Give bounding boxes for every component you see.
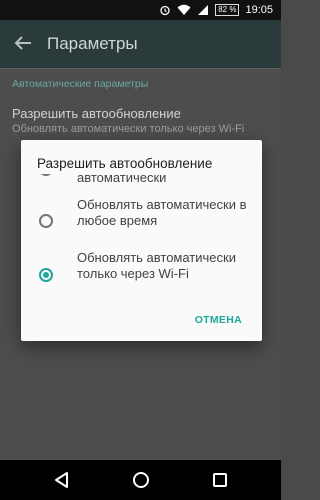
back-arrow-icon[interactable]: [12, 32, 34, 54]
option-label: Обновлять автоматически в любое время: [77, 197, 247, 228]
back-triangle-icon[interactable]: [52, 470, 72, 490]
auto-update-dialog: Разрешить автообновление автоматически О…: [21, 140, 262, 341]
option-label: Обновлять автоматически только через Wi-…: [77, 250, 236, 281]
status-icons: 82 % 19:05: [159, 3, 273, 17]
signal-icon: [198, 5, 209, 15]
clock-time: 19:05: [245, 4, 273, 16]
navigation-bar: [0, 460, 281, 500]
options-list[interactable]: автоматически Обновлять автоматически в …: [21, 174, 262, 294]
option-auto[interactable]: автоматически: [21, 174, 262, 190]
option-wifi-only[interactable]: Обновлять автоматически только через Wi-…: [21, 248, 262, 294]
alarm-icon: [160, 5, 170, 16]
page-title: Параметры: [47, 34, 138, 53]
app-toolbar: Параметры: [0, 20, 281, 68]
radio-button[interactable]: [39, 174, 53, 176]
divider: [0, 68, 281, 69]
option-label: автоматически: [77, 174, 167, 185]
cancel-button[interactable]: ОТМЕНА: [195, 314, 242, 326]
status-bar: 82 % 19:05: [0, 0, 281, 20]
section-header: Автоматические параметры: [12, 78, 149, 90]
dialog-title: Разрешить автообновление: [37, 156, 213, 171]
auto-update-pref-title[interactable]: Разрешить автообновление: [12, 106, 181, 121]
radio-button[interactable]: [39, 214, 53, 228]
wifi-icon: [177, 4, 191, 15]
home-circle-icon[interactable]: [131, 470, 151, 490]
battery-level: 82 %: [215, 4, 240, 16]
auto-update-pref-summary: Обновлять автоматически только через Wi-…: [12, 123, 245, 135]
recents-square-icon[interactable]: [210, 470, 230, 490]
option-any-time[interactable]: Обновлять автоматически в любое время: [21, 196, 262, 246]
radio-button-selected[interactable]: [39, 268, 53, 282]
